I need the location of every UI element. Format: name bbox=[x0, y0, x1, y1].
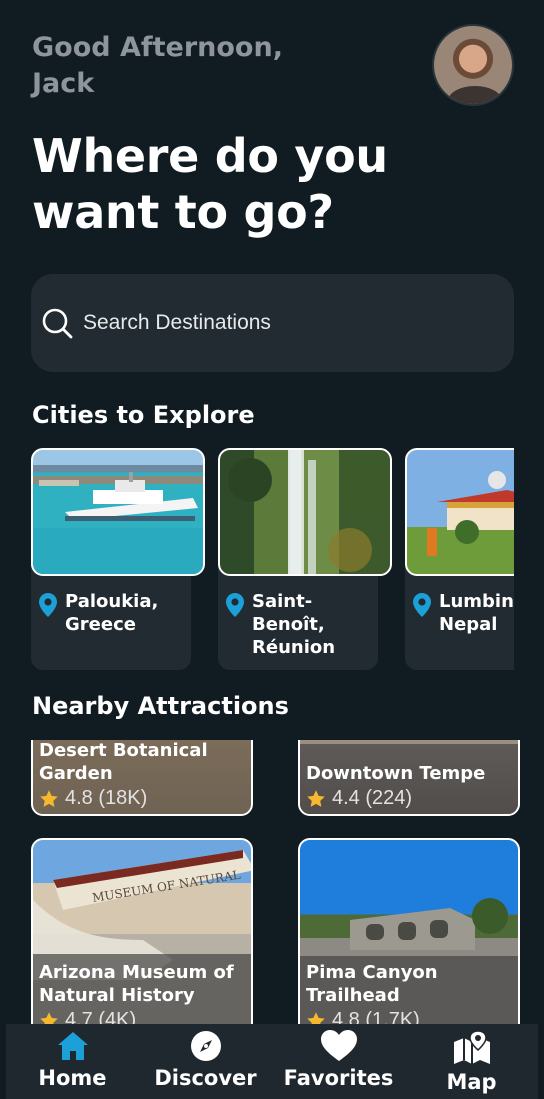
avatar[interactable] bbox=[432, 24, 514, 106]
nav-favorites[interactable]: Favorites bbox=[272, 1024, 405, 1099]
nav-favorites-label: Favorites bbox=[283, 1066, 394, 1090]
compass-icon bbox=[190, 1031, 221, 1061]
ferry-illustration bbox=[33, 472, 203, 574]
home-icon bbox=[57, 1032, 88, 1060]
nav-map-label: Map bbox=[446, 1070, 497, 1094]
city-image bbox=[31, 448, 205, 576]
attraction-rating: 4.7 (4K) bbox=[39, 1009, 247, 1024]
attraction-card[interactable]: Downtown Tempe 4.4 (224) bbox=[298, 740, 520, 816]
city-name: Paloukia, Greece bbox=[65, 591, 159, 635]
attraction-card[interactable]: MUSEUM OF NATURAL Arizona Museum of Natu… bbox=[31, 838, 253, 1024]
greeting-line: Good Afternoon, bbox=[32, 32, 283, 63]
attractions-grid[interactable]: Desert Botanical Garden 4.8 (18K) Downto… bbox=[0, 740, 544, 1024]
attraction-name: Desert Botanical Garden bbox=[39, 740, 208, 784]
attraction-info: Pima Canyon Trailhead 4.8 (1.7K) bbox=[306, 961, 514, 1024]
headline-line-1: Where do you bbox=[32, 129, 388, 183]
attraction-rating: 4.8 (1.7K) bbox=[306, 1009, 514, 1024]
city-card[interactable]: Saint-Benoît, Réunion bbox=[218, 448, 392, 670]
attraction-name: Arizona Museum of Natural History bbox=[39, 962, 234, 1006]
attraction-info: Desert Botanical Garden 4.8 (18K) bbox=[39, 740, 247, 810]
nav-map[interactable]: Map bbox=[405, 1024, 538, 1099]
city-image bbox=[405, 448, 514, 576]
headline-line-2: want to go? bbox=[32, 185, 334, 239]
city-name: Saint-Benoît, Réunion bbox=[252, 591, 336, 658]
map-icon bbox=[453, 1030, 490, 1064]
bottom-nav: Home Discover Favorites Map bbox=[6, 1024, 538, 1099]
star-icon bbox=[307, 1011, 325, 1024]
search-input[interactable] bbox=[83, 311, 463, 335]
search-bar[interactable] bbox=[31, 274, 514, 372]
location-pin-icon bbox=[413, 593, 431, 617]
attraction-name: Downtown Tempe bbox=[306, 763, 486, 784]
greeting: Good Afternoon, Jack bbox=[32, 30, 332, 102]
nav-discover-label: Discover bbox=[154, 1066, 257, 1090]
nav-home[interactable]: Home bbox=[6, 1024, 139, 1099]
location-pin-icon bbox=[226, 593, 244, 617]
rating-value: 4.8 (18K) bbox=[65, 787, 148, 809]
attractions-section-title: Nearby Attractions bbox=[32, 692, 289, 720]
attraction-card[interactable]: Desert Botanical Garden 4.8 (18K) bbox=[31, 740, 253, 816]
nav-home-label: Home bbox=[38, 1066, 107, 1090]
city-card[interactable]: Paloukia, Greece bbox=[31, 448, 205, 670]
nav-discover[interactable]: Discover bbox=[139, 1024, 272, 1099]
avatar-shirt bbox=[448, 86, 502, 104]
user-name: Jack bbox=[32, 68, 95, 99]
attraction-info: Arizona Museum of Natural History 4.7 (4… bbox=[39, 961, 247, 1024]
rating-value: 4.4 (224) bbox=[332, 787, 413, 809]
cities-section-title: Cities to Explore bbox=[32, 401, 255, 429]
location-pin-icon bbox=[39, 593, 57, 617]
star-icon bbox=[40, 1011, 58, 1024]
rating-value: 4.7 (4K) bbox=[65, 1009, 137, 1024]
city-name: Lumbini, Nepal bbox=[439, 591, 514, 635]
heart-icon bbox=[320, 1030, 357, 1061]
attraction-name: Pima Canyon Trailhead bbox=[306, 962, 438, 1006]
attraction-rating: 4.8 (18K) bbox=[39, 787, 247, 810]
attraction-card[interactable]: Pima Canyon Trailhead 4.8 (1.7K) bbox=[298, 838, 520, 1024]
rating-value: 4.8 (1.7K) bbox=[332, 1009, 420, 1024]
city-location: Lumbini, Nepal bbox=[413, 590, 514, 636]
cities-carousel[interactable]: Paloukia, Greece Saint-Benoît, Réunion L… bbox=[31, 448, 514, 672]
star-icon bbox=[307, 789, 325, 807]
city-card[interactable]: Lumbini, Nepal bbox=[405, 448, 514, 670]
temple-illustration bbox=[427, 471, 514, 556]
waterfall-illustration bbox=[228, 450, 390, 574]
city-location: Saint-Benoît, Réunion bbox=[226, 590, 336, 659]
star-icon bbox=[40, 789, 58, 807]
city-location: Paloukia, Greece bbox=[39, 590, 185, 636]
attraction-rating: 4.4 (224) bbox=[306, 787, 514, 810]
attraction-info: Downtown Tempe 4.4 (224) bbox=[306, 762, 514, 810]
city-image bbox=[218, 448, 392, 576]
search-icon bbox=[42, 308, 73, 339]
page-title: Where do you want to go? bbox=[32, 128, 472, 240]
